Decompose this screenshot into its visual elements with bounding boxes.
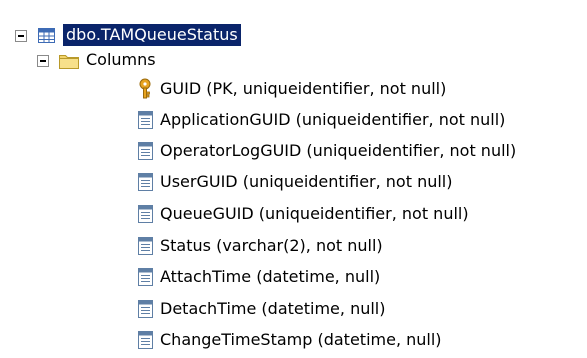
- column-label[interactable]: UserGUID (uniqueidentifier, not null): [157, 171, 456, 193]
- tree-node-column[interactable]: QueueGUID (uniqueidentifier, not null): [0, 199, 587, 229]
- column-label[interactable]: ApplicationGUID (uniqueidentifier, not n…: [157, 109, 508, 131]
- column-label[interactable]: ChangeTimeStamp (datetime, null): [157, 329, 445, 351]
- column-label[interactable]: GUID (PK, uniqueidentifier, not null): [157, 78, 449, 100]
- tree-node-column[interactable]: UserGUID (uniqueidentifier, not null): [0, 167, 587, 197]
- tree-node-column[interactable]: Status (varchar(2), not null): [0, 231, 587, 261]
- column-label[interactable]: Status (varchar(2), not null): [157, 235, 386, 257]
- primary-key-icon: [136, 78, 156, 99]
- column-label[interactable]: AttachTime (datetime, null): [157, 266, 383, 288]
- collapse-toggle-table[interactable]: [15, 30, 27, 42]
- table-icon: [37, 26, 57, 46]
- tree-node-column[interactable]: ChangeTimeStamp (datetime, null): [0, 325, 587, 355]
- column-label[interactable]: DetachTime (datetime, null): [157, 298, 388, 320]
- tree-node-column[interactable]: OperatorLogGUID (uniqueidentifier, not n…: [0, 136, 587, 166]
- column-label[interactable]: OperatorLogGUID (uniqueidentifier, not n…: [157, 140, 519, 162]
- column-icon: [136, 204, 156, 224]
- table-name-label[interactable]: dbo.TAMQueueStatus: [63, 24, 241, 46]
- tree-node-column[interactable]: ApplicationGUID (uniqueidentifier, not n…: [0, 105, 587, 135]
- column-icon: [136, 172, 156, 192]
- collapse-toggle-columns[interactable]: [37, 55, 49, 67]
- column-icon: [136, 110, 156, 130]
- tree-node-columns-folder[interactable]: Columns: [0, 46, 320, 76]
- column-icon: [136, 299, 156, 319]
- folder-icon: [58, 51, 79, 71]
- columns-folder-label[interactable]: Columns: [83, 49, 159, 71]
- tree-node-column[interactable]: GUID (PK, uniqueidentifier, not null): [0, 74, 587, 104]
- tree-node-column[interactable]: DetachTime (datetime, null): [0, 294, 587, 324]
- column-icon: [136, 330, 156, 350]
- column-icon: [136, 141, 156, 161]
- column-icon: [136, 236, 156, 256]
- object-explorer-tree: dbo.TAMQueueStatus Columns GUID (PK, uni…: [0, 0, 587, 358]
- column-icon: [136, 267, 156, 287]
- tree-node-column[interactable]: AttachTime (datetime, null): [0, 262, 587, 292]
- column-label[interactable]: QueueGUID (uniqueidentifier, not null): [157, 203, 472, 225]
